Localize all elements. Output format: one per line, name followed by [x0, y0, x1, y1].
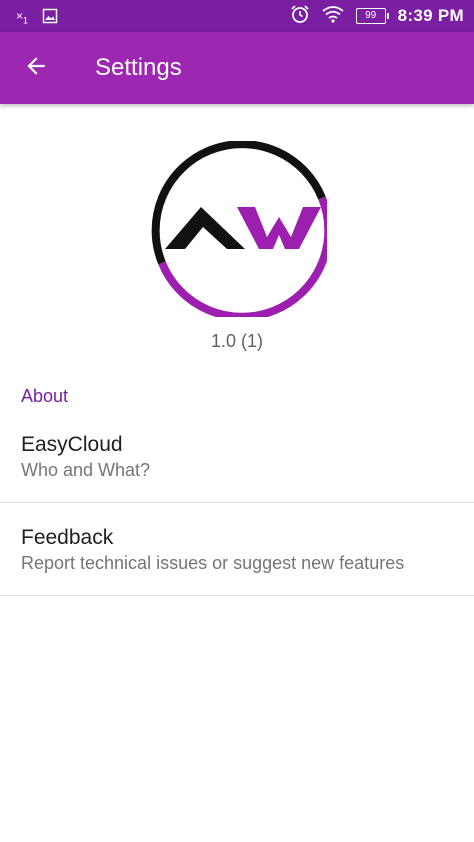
- divider: [0, 595, 474, 596]
- battery-icon: 99: [355, 8, 389, 24]
- section-header-about: About: [21, 386, 69, 406]
- status-bar: ×1 99 8:39 PM: [0, 0, 474, 32]
- status-bar-left: ×1: [16, 7, 58, 29]
- arrow-back-icon: [23, 53, 49, 84]
- page-title: Settings: [95, 54, 182, 81]
- status-time: 8:39 PM: [397, 6, 464, 25]
- status-bar-right: 99 8:39 PM: [290, 4, 464, 28]
- preference-easycloud[interactable]: EasyCloud Who and What?: [0, 420, 474, 502]
- preference-summary: Who and What?: [21, 460, 151, 480]
- preference-title: EasyCloud: [21, 433, 123, 456]
- app-bar: Settings: [0, 32, 474, 104]
- divider: [0, 502, 474, 503]
- notification-count: ×1: [16, 9, 29, 26]
- wifi-icon: [322, 5, 344, 28]
- preference-summary: Report technical issues or suggest new f…: [21, 553, 405, 573]
- preference-feedback[interactable]: Feedback Report technical issues or sugg…: [0, 513, 474, 595]
- app-logo: [151, 140, 333, 321]
- app-version: 1.0 (1): [210, 331, 264, 351]
- alarm-icon: [290, 4, 310, 29]
- image-icon: [42, 8, 58, 29]
- back-button[interactable]: [20, 52, 52, 84]
- preference-title: Feedback: [21, 526, 114, 549]
